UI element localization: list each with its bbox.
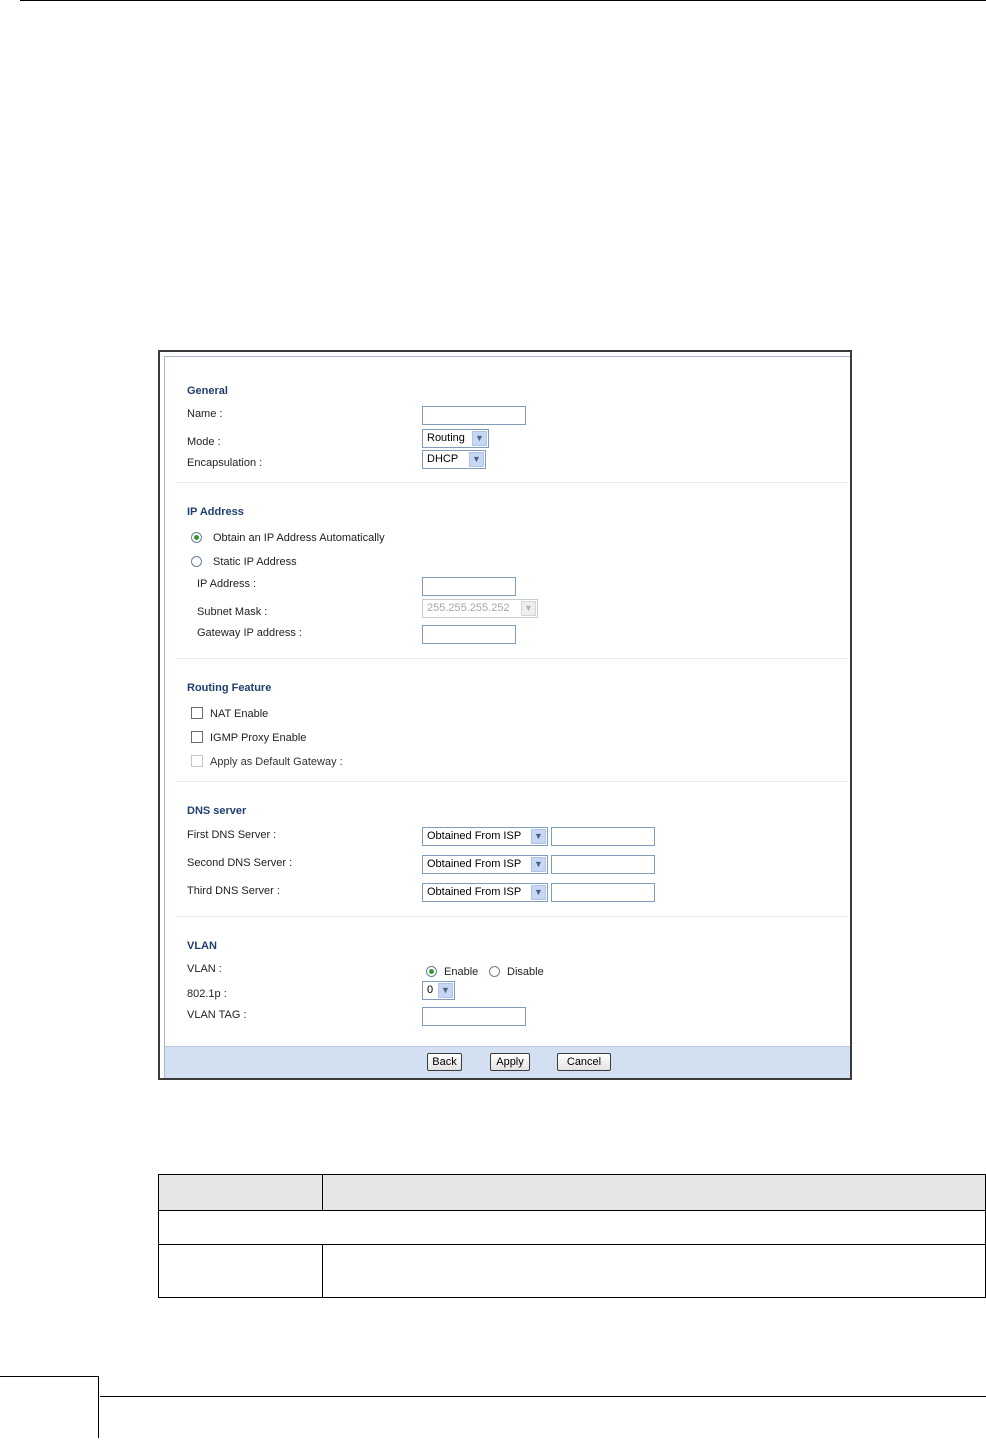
table-header-cell — [158, 1174, 323, 1211]
vlan-disable-label: Disable — [507, 966, 544, 978]
8021p-value: 0 — [427, 984, 434, 996]
chevron-down-icon: ▼ — [531, 885, 546, 900]
third-dns-value: Obtained From ISP — [427, 886, 522, 898]
igmp-proxy-label: IGMP Proxy Enable — [210, 732, 307, 744]
second-dns-select[interactable]: Obtained From ISP ▼ — [422, 855, 548, 874]
obtain-ip-auto-radio[interactable] — [191, 532, 202, 543]
table-header-cell — [322, 1174, 986, 1211]
vlan-enable-label: Enable — [444, 966, 479, 978]
table-header-row — [158, 1174, 986, 1211]
first-dns-value: Obtained From ISP — [427, 830, 522, 842]
encapsulation-select[interactable]: DHCP ▼ — [422, 450, 486, 469]
second-dns-input[interactable] — [551, 855, 655, 874]
static-ip-label: Static IP Address — [213, 556, 297, 568]
section-divider — [177, 482, 848, 483]
ip-address-label: IP Address : — [197, 578, 257, 590]
mode-label: Mode : — [187, 436, 221, 448]
button-bar: Back Apply Cancel — [165, 1046, 850, 1078]
vlan-label: VLAN : — [187, 963, 222, 975]
third-dns-select[interactable]: Obtained From ISP ▼ — [422, 883, 548, 902]
top-rule — [20, 0, 986, 1]
vlan-disable-radio[interactable] — [489, 966, 500, 977]
chevron-down-icon: ▼ — [438, 983, 453, 998]
ip-address-input[interactable] — [422, 577, 516, 596]
encapsulation-label: Encapsulation : — [187, 457, 263, 469]
mode-value: Routing — [427, 432, 465, 444]
section-divider — [177, 781, 848, 782]
second-dns-value: Obtained From ISP — [427, 858, 522, 870]
vlan-enable-radio[interactable] — [426, 966, 437, 977]
vlan-tag-label: VLAN TAG : — [187, 1009, 247, 1021]
table-cell — [158, 1210, 986, 1245]
subnet-mask-label: Subnet Mask : — [197, 606, 268, 618]
obtain-ip-auto-label: Obtain an IP Address Automatically — [213, 532, 385, 544]
vlan-section-title: VLAN — [187, 940, 217, 952]
third-dns-label: Third DNS Server : — [187, 885, 280, 897]
chevron-down-icon: ▼ — [469, 452, 484, 467]
default-gateway-label: Apply as Default Gateway : — [210, 756, 343, 768]
second-dns-label: Second DNS Server : — [187, 857, 293, 869]
general-section-title: General — [187, 385, 228, 397]
8021p-select[interactable]: 0 ▼ — [422, 981, 455, 1000]
apply-button[interactable]: Apply — [490, 1053, 530, 1071]
routing-feature-section-title: Routing Feature — [187, 682, 272, 694]
default-gateway-checkbox[interactable] — [191, 755, 203, 767]
name-label: Name : — [187, 408, 223, 420]
nat-enable-label: NAT Enable — [210, 708, 269, 720]
static-ip-radio[interactable] — [191, 556, 202, 567]
encapsulation-value: DHCP — [427, 453, 459, 465]
footer-rule — [100, 1396, 986, 1397]
8021p-label: 802.1p : — [187, 988, 227, 1000]
chevron-down-icon: ▼ — [531, 829, 546, 844]
chevron-down-icon: ▼ — [472, 431, 487, 446]
table-cell — [322, 1244, 986, 1298]
table-row — [158, 1244, 986, 1298]
first-dns-input[interactable] — [551, 827, 655, 846]
section-divider — [177, 658, 848, 659]
subnet-mask-value: 255.255.255.252 — [427, 602, 510, 614]
table-row — [158, 1210, 986, 1245]
section-divider — [177, 916, 848, 917]
field-description-table — [158, 1174, 986, 1298]
table-cell — [158, 1244, 323, 1298]
igmp-proxy-checkbox[interactable] — [191, 731, 203, 743]
ip-address-section-title: IP Address — [187, 506, 244, 518]
back-button[interactable]: Back — [427, 1053, 462, 1071]
gateway-ip-input[interactable] — [422, 625, 516, 644]
third-dns-input[interactable] — [551, 883, 655, 902]
wan-config-window: General Name : Mode : Routing ▼ Encapsula… — [158, 350, 852, 1080]
nat-enable-checkbox[interactable] — [191, 707, 203, 719]
chevron-down-icon: ▼ — [531, 857, 546, 872]
first-dns-label: First DNS Server : — [187, 829, 277, 841]
mode-select[interactable]: Routing ▼ — [422, 429, 489, 448]
vlan-tag-input[interactable] — [422, 1007, 526, 1026]
name-input[interactable] — [422, 406, 526, 425]
cancel-button[interactable]: Cancel — [557, 1053, 611, 1071]
subnet-mask-select[interactable]: 255.255.255.252 ▼ — [422, 599, 538, 618]
chevron-down-icon: ▼ — [521, 601, 536, 616]
gateway-ip-label: Gateway IP address : — [197, 627, 302, 639]
page-number-box — [0, 1376, 99, 1438]
wan-config-panel: General Name : Mode : Routing ▼ Encapsula… — [164, 356, 850, 1078]
dns-server-section-title: DNS server — [187, 805, 247, 817]
first-dns-select[interactable]: Obtained From ISP ▼ — [422, 827, 548, 846]
